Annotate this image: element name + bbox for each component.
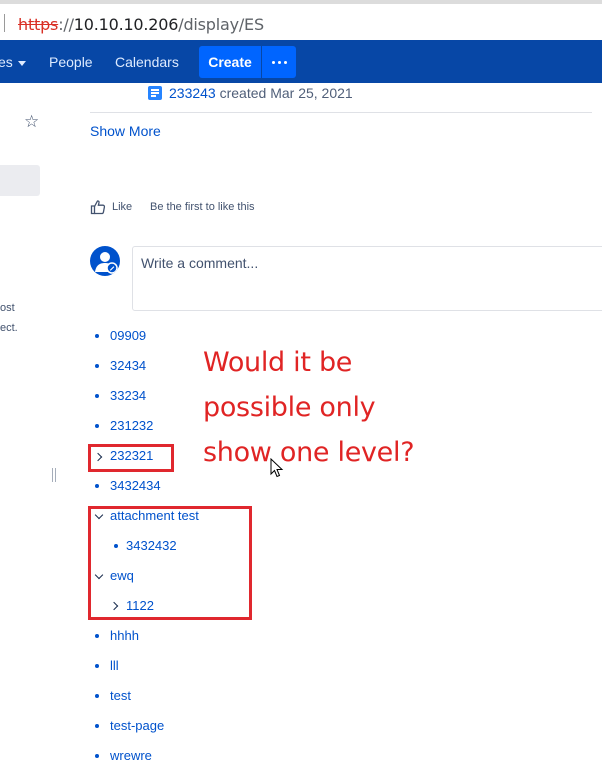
sidebar-text-line: ect.: [0, 322, 18, 334]
bullet-icon: [95, 364, 99, 368]
annotation-text-line: Would it be: [203, 347, 353, 378]
tree-item-link[interactable]: 32434: [110, 358, 146, 373]
nav-spaces-menu[interactable]: es: [0, 54, 26, 70]
sidebar-text-line: ost: [0, 302, 15, 314]
tree-item-link[interactable]: test-page: [110, 718, 164, 733]
page-icon: [148, 86, 162, 100]
tree-item-link[interactable]: wrewre: [110, 748, 152, 763]
annotation-highlight-box: [88, 444, 174, 472]
bullet-icon: [95, 694, 99, 698]
browser-address-bar: https://10.10.10.206/display/ES: [0, 0, 602, 40]
tree-item-link[interactable]: 231232: [110, 418, 153, 433]
chevron-down-icon: [17, 60, 26, 66]
tree-item-link[interactable]: hhhh: [110, 628, 139, 643]
more-create-options-button[interactable]: [262, 46, 296, 78]
like-icon[interactable]: [90, 199, 106, 215]
like-status-text: Be the first to like this: [150, 201, 255, 213]
bullet-icon: [95, 754, 99, 758]
url-host: 10.10.10.206: [73, 15, 179, 34]
nav-calendars[interactable]: Calendars: [115, 54, 179, 70]
show-more-link[interactable]: Show More: [90, 123, 161, 139]
dot-icon: [271, 60, 275, 64]
url-path: /display/ES: [178, 15, 264, 34]
page-created-meta: created Mar 25, 2021: [215, 85, 353, 101]
screen: https://10.10.10.206/display/ES es Peopl…: [0, 0, 602, 771]
tree-item-link[interactable]: 09909: [110, 328, 146, 343]
create-button[interactable]: Create: [199, 46, 261, 78]
recent-page-entry: 233243 created Mar 25, 2021: [169, 85, 353, 101]
user-avatar-icon: [95, 252, 118, 274]
dot-icon: [283, 60, 287, 64]
tree-item-link[interactable]: test: [110, 688, 131, 703]
tree-item-link[interactable]: 3432434: [110, 478, 161, 493]
bullet-icon: [95, 394, 99, 398]
sidebar-selected-item[interactable]: [0, 165, 40, 196]
page-link[interactable]: 233243: [169, 85, 216, 101]
url-field[interactable]: https://10.10.10.206/display/ES: [18, 15, 264, 34]
mouse-cursor-icon: [270, 458, 284, 478]
annotation-text-line: show one level?: [203, 437, 415, 468]
nav-people[interactable]: People: [49, 54, 93, 70]
annotation-text-line: possible only: [203, 392, 376, 423]
dot-icon: [277, 60, 281, 64]
bullet-icon: [95, 424, 99, 428]
bullet-icon: [95, 484, 99, 488]
tree-item-link[interactable]: 33234: [110, 388, 146, 403]
comment-input[interactable]: [141, 255, 561, 271]
bullet-icon: [95, 664, 99, 668]
bullet-icon: [95, 334, 99, 338]
tree-item-link[interactable]: lll: [110, 658, 119, 673]
sidebar-resize-handle[interactable]: [52, 468, 56, 482]
url-scheme: https: [18, 15, 59, 34]
nav-spaces-label: es: [0, 54, 13, 70]
comment-box[interactable]: [132, 246, 602, 311]
bullet-icon: [95, 634, 99, 638]
divider: [90, 112, 592, 113]
star-icon[interactable]: ☆: [24, 112, 39, 132]
annotation-highlight-box: [88, 506, 252, 620]
bullet-icon: [95, 724, 99, 728]
avatar: [90, 246, 120, 276]
address-separator: [4, 14, 5, 32]
like-button[interactable]: Like: [112, 201, 132, 213]
url-separator: ://: [58, 15, 74, 34]
